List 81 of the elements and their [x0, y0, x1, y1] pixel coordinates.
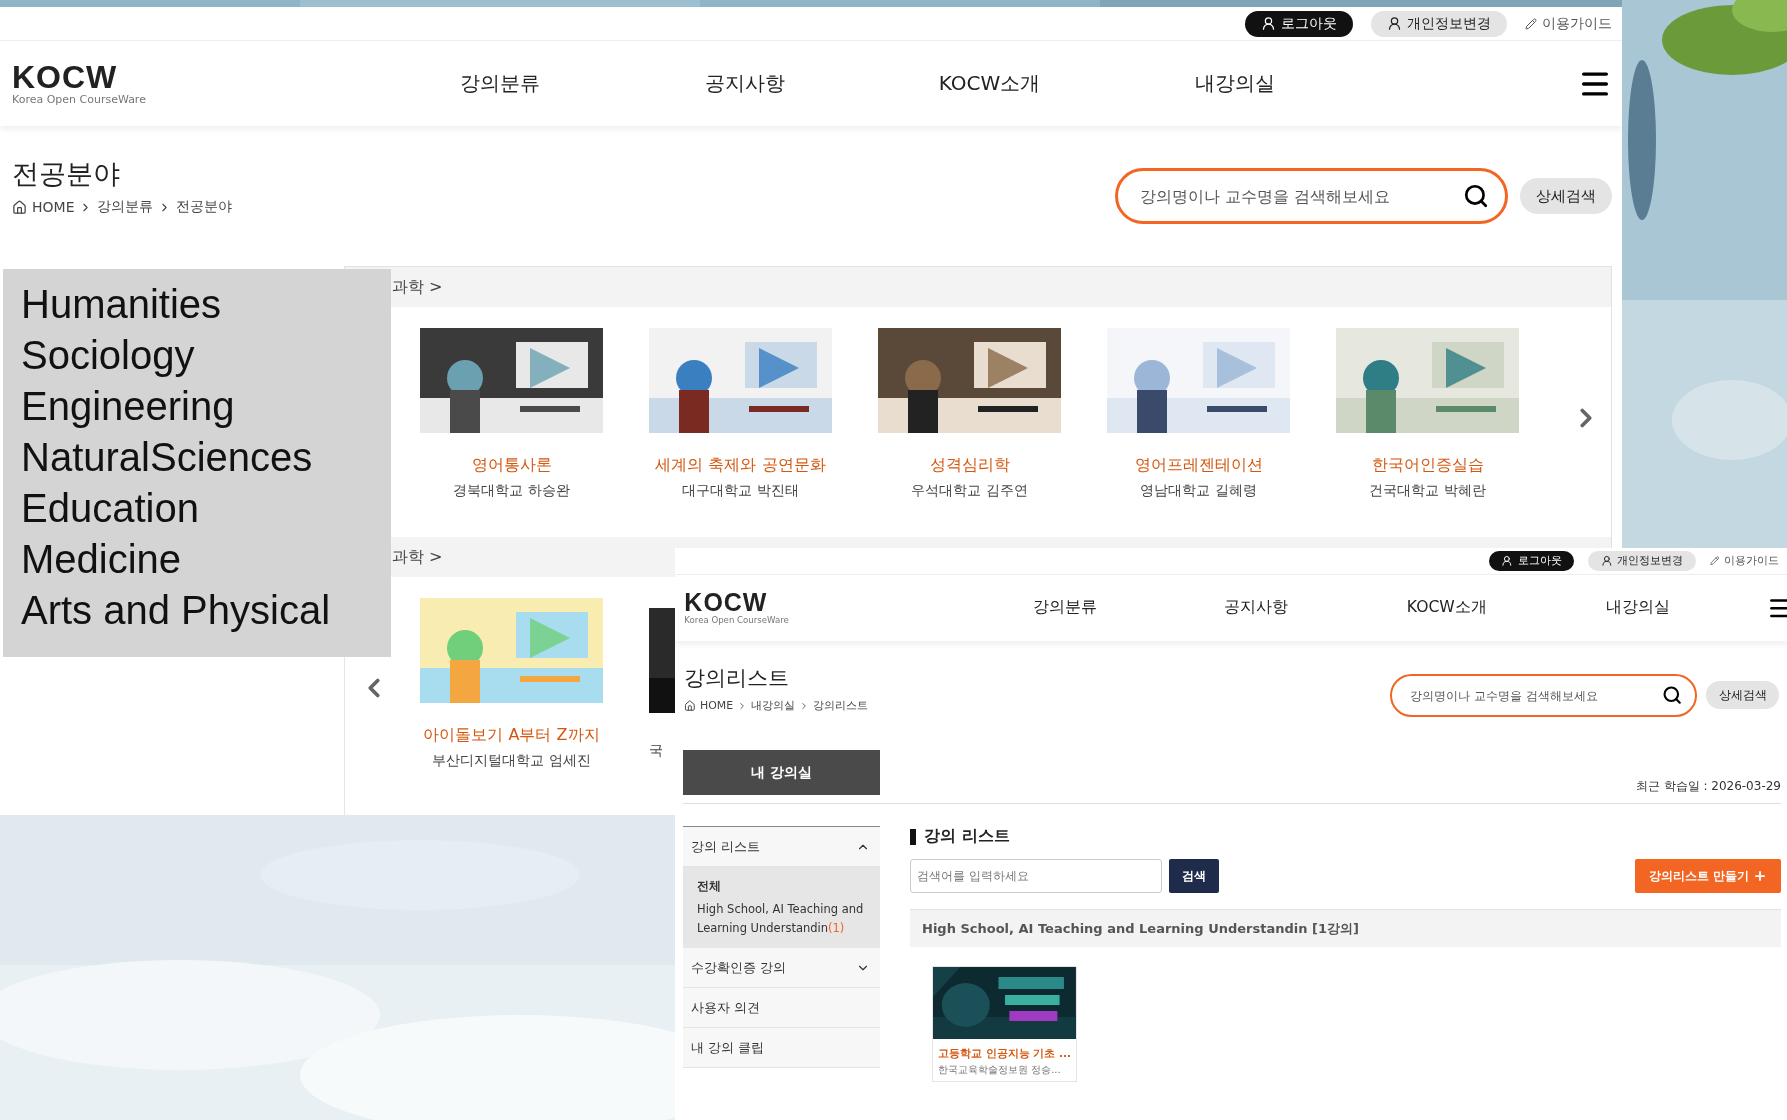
- nav-item[interactable]: 강의분류: [377, 70, 622, 97]
- category-label: NaturalSciences: [21, 434, 314, 481]
- category-label: Engineering: [21, 383, 236, 430]
- breadcrumb-link[interactable]: 강의분류: [97, 198, 154, 216]
- list-search-field[interactable]: 검색어를 입력하세요: [910, 859, 1162, 893]
- breadcrumb-link[interactable]: HOME: [32, 199, 75, 215]
- card-title[interactable]: 고등학교 인공지능 기초 ...: [938, 1046, 1071, 1061]
- my-classroom-button[interactable]: 내 강의실: [683, 750, 880, 795]
- user-icon: [1261, 16, 1276, 31]
- user-icon: [1600, 555, 1613, 567]
- course-title[interactable]: 영어통사론: [471, 455, 552, 476]
- search-icon[interactable]: [1463, 183, 1489, 209]
- nav-item[interactable]: KOCW소개: [867, 70, 1112, 97]
- profile-button[interactable]: 개인정보변경: [1588, 550, 1696, 571]
- sidebar-item[interactable]: 수강확인증 강의: [683, 948, 880, 988]
- course-instructor: 대구대학교 박진태: [682, 482, 799, 500]
- heading-bar-icon: [910, 828, 916, 845]
- course-instructor: 영남대학교 길혜령: [1140, 482, 1257, 500]
- sidebar-item[interactable]: 내 강의 클립: [683, 1028, 880, 1068]
- home-icon: [12, 199, 27, 215]
- detail-search-button[interactable]: 상세검색: [1706, 681, 1780, 710]
- search-box[interactable]: 강의명이나 교수명을 검색해보세요: [1115, 168, 1508, 224]
- course-instructor: 건국대학교 박혜란: [1369, 482, 1486, 500]
- search-icon[interactable]: [1662, 685, 1683, 706]
- category-label: Education: [21, 485, 200, 532]
- category-link[interactable]: 과학 >: [392, 276, 443, 298]
- course-instructor: 우석대학교 김주연: [911, 482, 1028, 500]
- pencil-icon: [1525, 17, 1537, 30]
- course-instructor: 부산디지털대학교 엄세진: [432, 752, 591, 770]
- category-label: Humanities: [21, 281, 223, 328]
- logo[interactable]: KOCW: [12, 61, 377, 93]
- course-title[interactable]: 아이돌보기 A부터 Z까지: [423, 725, 600, 746]
- breadcrumb-link[interactable]: 전공분야: [176, 198, 233, 216]
- logout-button[interactable]: 로그아웃: [1245, 10, 1353, 37]
- course-card[interactable]: 고등학교 인공지능 기초 ... 한국교육학술정보원 정승...: [932, 966, 1077, 1082]
- course-title[interactable]: 한국어인증실습: [1371, 455, 1484, 476]
- search-box[interactable]: 강의명이나 교수명을 검색해보세요: [1390, 673, 1697, 718]
- course-instructor: 경북대학교 하승완: [453, 482, 570, 500]
- home-icon: [684, 699, 697, 712]
- detail-search-button[interactable]: 상세검색: [1520, 178, 1612, 214]
- page-title: 강의리스트: [684, 664, 791, 693]
- sidebar-item[interactable]: 사용자 의견: [683, 988, 880, 1028]
- category-label: Arts and Physical: [21, 587, 332, 634]
- group-header: High School, AI Teaching and Learning Understandin [1강의]: [910, 909, 1781, 947]
- nav-item[interactable]: 강의분류: [969, 597, 1161, 619]
- card-subtitle: 한국교육학술정보원 정승...: [938, 1063, 1061, 1077]
- breadcrumb-link[interactable]: 내강의실: [750, 698, 795, 714]
- user-icon: [1387, 16, 1402, 31]
- course-title[interactable]: 성격심리학: [929, 455, 1010, 476]
- search-input[interactable]: 강의명이나 교수명을 검색해보세요: [1407, 686, 1663, 704]
- sidebar-subitem[interactable]: High School, AI Teaching and Learning Understandin(1): [697, 900, 866, 938]
- logout-button[interactable]: 로그아웃: [1488, 550, 1575, 571]
- logo-tagline: Korea Open CourseWare: [12, 93, 147, 106]
- category-label: Medicine: [21, 536, 183, 583]
- guide-link[interactable]: 이용가이드: [1525, 10, 1612, 37]
- nav-item[interactable]: 공지사항: [622, 70, 867, 97]
- nav-item[interactable]: 내강의실: [1542, 597, 1734, 619]
- breadcrumb-link[interactable]: 강의리스트: [812, 698, 868, 714]
- guide-link[interactable]: 이용가이드: [1709, 550, 1780, 571]
- section-title: 강의 리스트: [924, 826, 1010, 847]
- course-instructor: 국: [649, 742, 663, 760]
- nav-item[interactable]: 공지사항: [1160, 597, 1352, 619]
- course-title[interactable]: 영어프레젠테이션: [1134, 455, 1263, 476]
- category-link[interactable]: 과학 >: [392, 546, 443, 568]
- category-label: Sociology: [21, 332, 196, 379]
- plus-icon: [1753, 869, 1767, 883]
- logo[interactable]: KOCW: [684, 590, 970, 616]
- sidebar-item[interactable]: 강의 리스트: [683, 827, 880, 867]
- last-study-date: 최근 학습일 : 2026-03-29: [1635, 778, 1781, 795]
- course-title[interactable]: 세계의 축제와 공연문화: [655, 455, 826, 476]
- user-icon: [1501, 555, 1513, 567]
- nav-item[interactable]: 내강의실: [1112, 70, 1357, 97]
- pencil-icon: [1709, 556, 1720, 566]
- nav-item[interactable]: KOCW소개: [1351, 597, 1543, 619]
- profile-button[interactable]: 개인정보변경: [1371, 10, 1507, 37]
- search-input[interactable]: 강의명이나 교수명을 검색해보세요: [1138, 185, 1463, 207]
- search-button[interactable]: 검색: [1169, 859, 1219, 893]
- breadcrumb-link[interactable]: HOME: [699, 699, 734, 713]
- logo-tagline: Korea Open CourseWare: [684, 615, 790, 626]
- sidebar-subitem[interactable]: 전체: [697, 877, 866, 896]
- page-title: 전공분야: [12, 157, 121, 191]
